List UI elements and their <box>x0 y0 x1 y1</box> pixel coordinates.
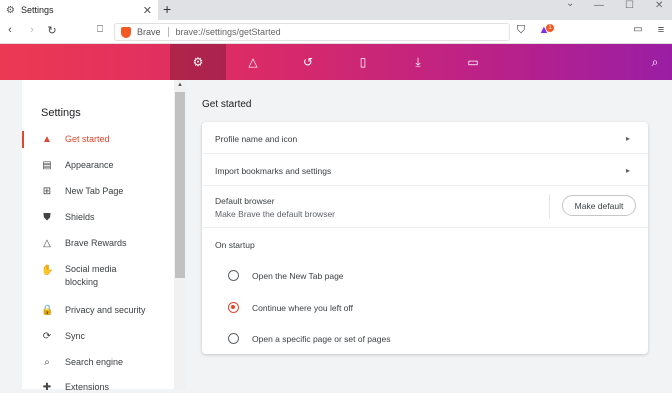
nav-rewards-icon[interactable]: △ <box>225 44 281 80</box>
divider <box>549 194 550 218</box>
settings-sidebar: Settings ▲ Get started ▤ Appearance ⊞ Ne… <box>22 80 174 393</box>
default-browser-title: Default browser <box>215 196 275 206</box>
back-icon[interactable]: ‹ <box>3 24 17 36</box>
sidebar-item-label: Extensions <box>65 382 110 392</box>
sidebar-item-label-line2: blocking <box>65 277 99 287</box>
sidebar-title: Settings <box>41 107 81 119</box>
chevron-right-icon: ▸ <box>625 134 630 143</box>
rocket-icon: ▲ <box>42 134 52 145</box>
sidebar-item-appearance[interactable]: ▤ Appearance <box>22 160 174 171</box>
sidebar-item-label: Social media <box>65 264 117 274</box>
sidebar-item-get-started[interactable]: ▲ Get started <box>22 131 174 148</box>
radio-label-specific-pages[interactable]: Open a specific page or set of pages <box>252 334 390 344</box>
sidebar-item-social-media-blocking[interactable]: ✋ Social media blocking <box>22 263 174 289</box>
nav-wallet-icon[interactable]: ▭ <box>445 44 501 80</box>
wallet-toolbar-icon[interactable]: ▭ <box>631 24 645 35</box>
reload-icon[interactable]: ↻ <box>45 24 59 37</box>
settings-nav-bar: ⚙ △ ↺ ▯ ⤓ ▭ ⌕ <box>0 44 672 80</box>
radio-new-tab[interactable] <box>228 270 239 281</box>
radio-label-new-tab[interactable]: Open the New Tab page <box>252 271 344 281</box>
tab-strip: ⚙ Settings ✕ + ⌄ — ☐ ✕ <box>0 0 672 20</box>
sidebar-item-extensions[interactable]: ✚ Extensions <box>22 382 174 393</box>
new-tab-icon: ⊞ <box>42 186 52 197</box>
chevron-down-icon[interactable]: ⌄ <box>566 0 574 12</box>
nav-search-icon[interactable]: ⌕ <box>627 44 672 80</box>
scrollbar-thumb[interactable] <box>175 92 185 278</box>
toolbar: ‹ › ↻ ⎕ Brave brave://settings/getStarte… <box>0 20 672 44</box>
sidebar-item-label: Get started <box>65 134 110 144</box>
sidebar-item-label: New Tab Page <box>65 186 124 196</box>
profile-row[interactable]: Profile name and icon ▸ <box>202 122 648 154</box>
forward-icon[interactable]: › <box>25 24 39 36</box>
sidebar-item-brave-rewards[interactable]: △ Brave Rewards <box>22 238 174 249</box>
nav-history-icon[interactable]: ↺ <box>280 44 336 80</box>
sidebar-item-new-tab-page[interactable]: ⊞ New Tab Page <box>22 186 174 197</box>
maximize-button[interactable]: ☐ <box>625 0 634 14</box>
nav-bookmarks-icon[interactable]: ▯ <box>335 44 391 80</box>
sidebar-item-label: Search engine <box>65 357 124 367</box>
rewards-badge: 1 <box>546 24 554 32</box>
default-browser-subtitle: Make Brave the default browser <box>215 209 336 219</box>
brave-lion-icon <box>121 26 131 38</box>
startup-section: On startup Open the New Tab page Continu… <box>202 228 648 354</box>
search-icon: ⌕ <box>44 357 50 368</box>
get-started-card: Profile name and icon ▸ Import bookmarks… <box>202 122 648 354</box>
tab-title: Settings <box>20 5 54 15</box>
import-row[interactable]: Import bookmarks and settings ▸ <box>202 154 648 186</box>
sync-icon: ⟳ <box>42 331 52 342</box>
settings-favicon-icon: ⚙ <box>6 4 15 16</box>
menu-icon[interactable]: ≡ <box>654 24 668 36</box>
address-divider <box>167 27 169 37</box>
sidebar-item-label-group: Social media blocking <box>65 263 117 289</box>
page-title: Get started <box>202 99 252 110</box>
default-browser-row: Default browser Make Brave the default b… <box>202 186 648 228</box>
rewards-triangle-icon: △ <box>43 238 51 249</box>
lock-icon: 🔒 <box>41 305 54 316</box>
nav-downloads-icon[interactable]: ⤓ <box>390 44 446 80</box>
sidebar-item-sync[interactable]: ⟳ Sync <box>22 331 174 342</box>
startup-title: On startup <box>215 240 255 250</box>
chevron-right-icon: ▸ <box>625 166 630 175</box>
minimize-button[interactable]: — <box>594 0 604 14</box>
tab-settings[interactable]: ⚙ Settings ✕ <box>0 0 158 20</box>
scroll-up-icon[interactable]: ▲ <box>177 82 183 88</box>
import-label: Import bookmarks and settings <box>215 166 332 176</box>
sidebar-item-shields[interactable]: ⛊ Shields <box>22 212 174 223</box>
sidebar-item-label: Sync <box>65 331 86 341</box>
make-default-button[interactable]: Make default <box>562 195 636 216</box>
radio-label-continue[interactable]: Continue where you left off <box>252 303 353 313</box>
sidebar-item-search-engine[interactable]: ⌕ Search engine <box>22 357 174 368</box>
nav-settings-icon[interactable]: ⚙ <box>170 44 226 80</box>
thumbs-down-icon: ✋ <box>41 265 54 276</box>
shield-icon: ⛊ <box>43 212 51 223</box>
address-bar[interactable]: Brave brave://settings/getStarted <box>114 23 510 41</box>
close-window-button[interactable]: ✕ <box>655 0 663 14</box>
radio-continue[interactable] <box>228 302 239 313</box>
sidebar-item-privacy[interactable]: 🔒 Privacy and security <box>22 305 174 316</box>
brave-shields-icon[interactable]: ⛉ <box>514 24 528 37</box>
sidebar-item-label: Shields <box>65 212 95 222</box>
new-tab-button[interactable]: + <box>163 1 171 17</box>
radio-specific-pages[interactable] <box>228 333 239 344</box>
tab-close-icon[interactable]: ✕ <box>143 4 152 17</box>
profile-label: Profile name and icon <box>215 134 298 144</box>
sidebar-item-label: Privacy and security <box>65 305 146 315</box>
address-brand: Brave <box>137 27 161 37</box>
bookmark-icon[interactable]: ⎕ <box>93 24 107 35</box>
appearance-icon: ▤ <box>42 160 52 171</box>
sidebar-item-label: Appearance <box>65 160 114 170</box>
extensions-icon: ✚ <box>42 382 52 393</box>
sidebar-scrollbar[interactable]: ▲ <box>174 80 186 389</box>
sidebar-item-label: Brave Rewards <box>65 238 127 248</box>
address-url: brave://settings/getStarted <box>175 27 281 37</box>
